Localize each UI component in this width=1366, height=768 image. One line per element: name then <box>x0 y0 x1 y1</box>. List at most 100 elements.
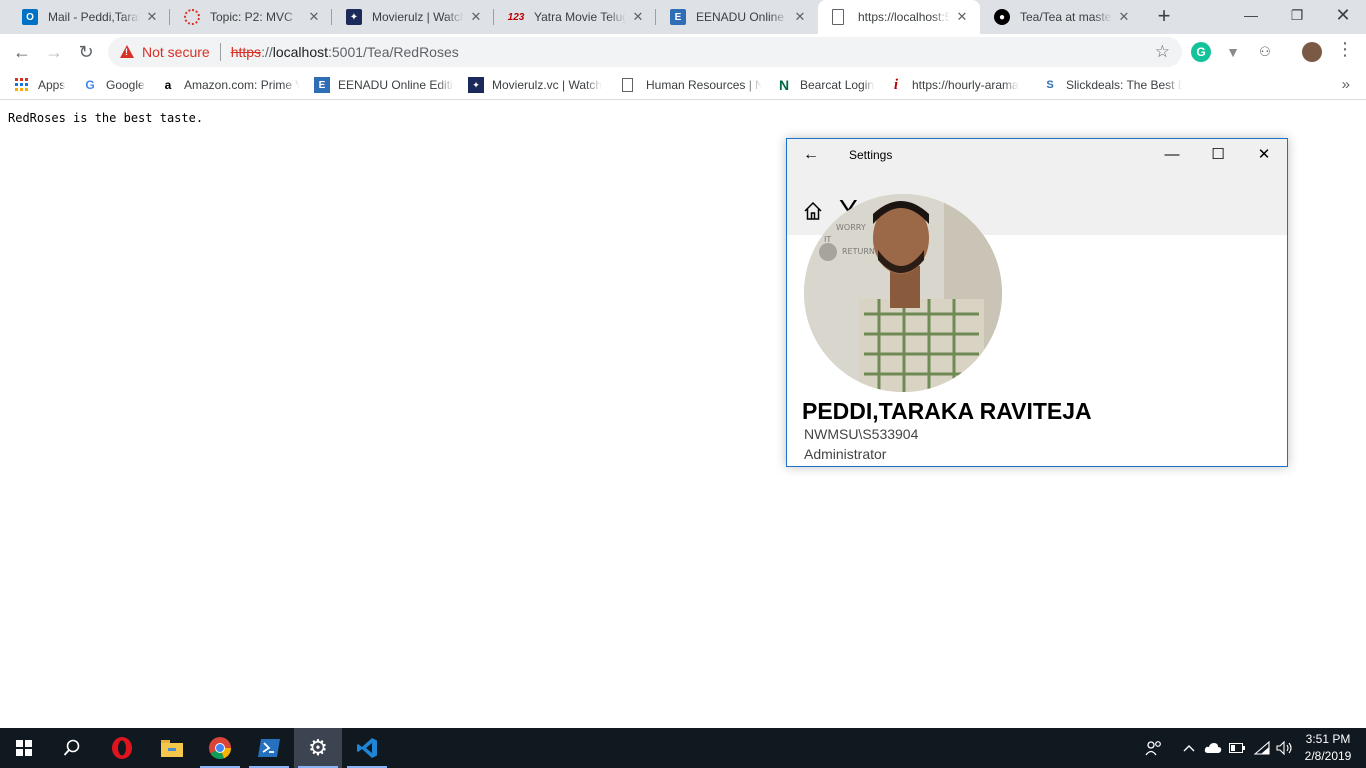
start-icon[interactable] <box>0 728 48 768</box>
outlook-icon: O <box>22 9 38 25</box>
url-scheme: https <box>230 44 262 60</box>
movierulz-icon: ✦ <box>346 9 362 25</box>
page-body-text: RedRoses is the best taste. <box>8 111 204 125</box>
bookmark-eenadu[interactable]: E EENADU Online Editic <box>314 75 454 95</box>
close-icon[interactable]: ✕ <box>144 9 160 25</box>
file-explorer-icon[interactable] <box>148 728 196 768</box>
info-icon: i <box>893 76 899 93</box>
tab-github[interactable]: ● Tea/Tea at master ✕ <box>980 0 1142 34</box>
profile-avatar[interactable] <box>1302 42 1322 62</box>
close-icon[interactable]: ✕ <box>792 9 808 25</box>
slickdeals-icon: S <box>1046 79 1054 91</box>
wifi-icon[interactable] <box>1252 728 1272 768</box>
bookmarks-bar: Apps G Google a Amazon.com: Prime V E EE… <box>0 70 1366 100</box>
tab-title: https://localhost:5 <box>858 10 950 24</box>
system-clock[interactable]: 3:51 PM 2/8/2019 <box>1298 731 1358 765</box>
url-path: :5001/Tea/RedRoses <box>328 44 459 60</box>
battery-icon[interactable] <box>1228 728 1246 768</box>
chrome-icon[interactable] <box>196 728 244 768</box>
page-icon <box>622 78 633 92</box>
bookmark-label: Apps <box>38 78 66 92</box>
powershell-icon[interactable] <box>245 728 293 768</box>
address-bar[interactable]: Not secure https :// localhost :5001/Tea… <box>108 37 1182 67</box>
volume-icon[interactable] <box>1274 728 1296 768</box>
bookmark-bearcat[interactable]: N Bearcat Login <box>776 75 874 95</box>
bookmark-label: Human Resources | N <box>646 78 762 92</box>
menu-icon[interactable]: ⋮ <box>1336 39 1354 60</box>
restore-icon[interactable]: ❐ <box>1274 0 1320 30</box>
close-window-icon[interactable]: ✕ <box>1320 0 1366 30</box>
vpn-extension-icon[interactable]: ▼ <box>1223 42 1243 62</box>
clock-date: 2/8/2019 <box>1304 749 1352 763</box>
search-icon[interactable] <box>48 728 96 768</box>
settings-icon[interactable]: ⚙ <box>294 728 342 768</box>
tab-title: Tea/Tea at master <box>1020 10 1112 24</box>
extension-icon[interactable]: ⚇ <box>1255 42 1275 62</box>
bookmark-apps[interactable]: Apps <box>14 75 65 95</box>
close-icon[interactable]: ✕ <box>468 9 484 25</box>
vscode-icon[interactable] <box>343 728 391 768</box>
tab-mail[interactable]: O Mail - Peddi,Taraka ✕ <box>8 0 170 34</box>
reload-icon[interactable]: ↻ <box>72 38 100 66</box>
close-icon[interactable]: ✕ <box>954 9 970 25</box>
github-icon: ● <box>994 9 1010 25</box>
opera-icon[interactable] <box>98 728 146 768</box>
bookmark-movierulz[interactable]: ✦ Movierulz.vc | Watch <box>468 75 608 95</box>
tab-eenadu[interactable]: E EENADU Online Ed ✕ <box>656 0 818 34</box>
close-icon[interactable]: ✕ <box>630 9 646 25</box>
people-icon[interactable] <box>1142 728 1166 768</box>
back-icon[interactable]: ← <box>8 38 36 66</box>
close-icon[interactable]: ✕ <box>1116 9 1132 25</box>
bookmark-label: https://hourly-arama <box>912 78 1019 92</box>
clock-time: 3:51 PM <box>1305 732 1351 746</box>
tab-localhost[interactable]: https://localhost:5 ✕ <box>818 0 980 34</box>
user-avatar: WORRY IT RETURN <box>804 194 1002 392</box>
close-icon[interactable]: ✕ <box>306 9 322 25</box>
grammarly-icon[interactable]: G <box>1191 42 1211 62</box>
tab-title: Mail - Peddi,Taraka <box>48 10 140 24</box>
minimize-icon[interactable]: — <box>1228 0 1274 30</box>
warning-icon <box>120 45 134 59</box>
bookmarks-overflow-icon[interactable]: » <box>1342 76 1350 93</box>
bookmark-label: Amazon.com: Prime V <box>184 78 300 92</box>
url-host: localhost <box>272 44 328 60</box>
onedrive-icon[interactable] <box>1202 728 1224 768</box>
bookmark-slickdeals[interactable]: S Slickdeals: The Best D <box>1042 75 1182 95</box>
svg-text:RETURN: RETURN <box>842 247 875 256</box>
back-arrow-icon[interactable]: ← <box>803 146 819 164</box>
bookmark-amazon[interactable]: a Amazon.com: Prime V <box>160 75 300 95</box>
security-label[interactable]: Not secure <box>142 44 210 60</box>
bookmark-hourly[interactable]: i https://hourly-arama <box>888 75 1028 95</box>
close-icon[interactable]: ✕ <box>1249 143 1279 167</box>
bookmark-star-icon[interactable]: ☆ <box>1155 42 1170 62</box>
url-separator: :// <box>261 44 273 60</box>
maximize-icon[interactable]: ☐ <box>1203 143 1233 167</box>
amazon-icon: a <box>164 78 172 92</box>
tab-movierulz[interactable]: ✦ Movierulz | Watch ✕ <box>332 0 494 34</box>
apps-grid-icon <box>14 77 30 93</box>
chevron-up-icon[interactable] <box>1180 728 1198 768</box>
forward-icon[interactable]: → <box>40 38 68 66</box>
tab-title: EENADU Online Ed <box>696 10 788 24</box>
tab-strip: O Mail - Peddi,Taraka ✕ Topic: P2: MVC ✕… <box>0 0 1366 34</box>
eenadu-icon: E <box>314 77 330 93</box>
svg-text:WORRY: WORRY <box>836 223 866 232</box>
omnibox-divider <box>219 43 221 61</box>
tab-topic[interactable]: Topic: P2: MVC ✕ <box>170 0 332 34</box>
bookmark-human-resources[interactable]: Human Resources | N <box>622 75 762 95</box>
tab-title: Yatra Movie Telugu <box>534 10 626 24</box>
bookmark-google[interactable]: G Google <box>82 75 144 95</box>
home-icon[interactable] <box>803 201 823 221</box>
settings-window: ← Settings — ☐ ✕ Your info WORRY IT RETU… <box>786 138 1288 467</box>
eenadu-icon: E <box>670 9 686 25</box>
tab-title: Movierulz | Watch <box>372 10 464 24</box>
bookmark-label: Movierulz.vc | Watch <box>492 78 603 92</box>
new-tab-button[interactable]: + <box>1152 5 1176 29</box>
minimize-icon[interactable]: — <box>1157 143 1187 167</box>
movierulz-icon: ✦ <box>468 77 484 93</box>
123-icon: 123 <box>507 11 525 23</box>
page-icon <box>832 9 844 25</box>
ring-icon <box>184 9 200 25</box>
settings-window-title: Settings <box>849 148 893 162</box>
tab-yatra[interactable]: 123 Yatra Movie Telugu ✕ <box>494 0 656 34</box>
